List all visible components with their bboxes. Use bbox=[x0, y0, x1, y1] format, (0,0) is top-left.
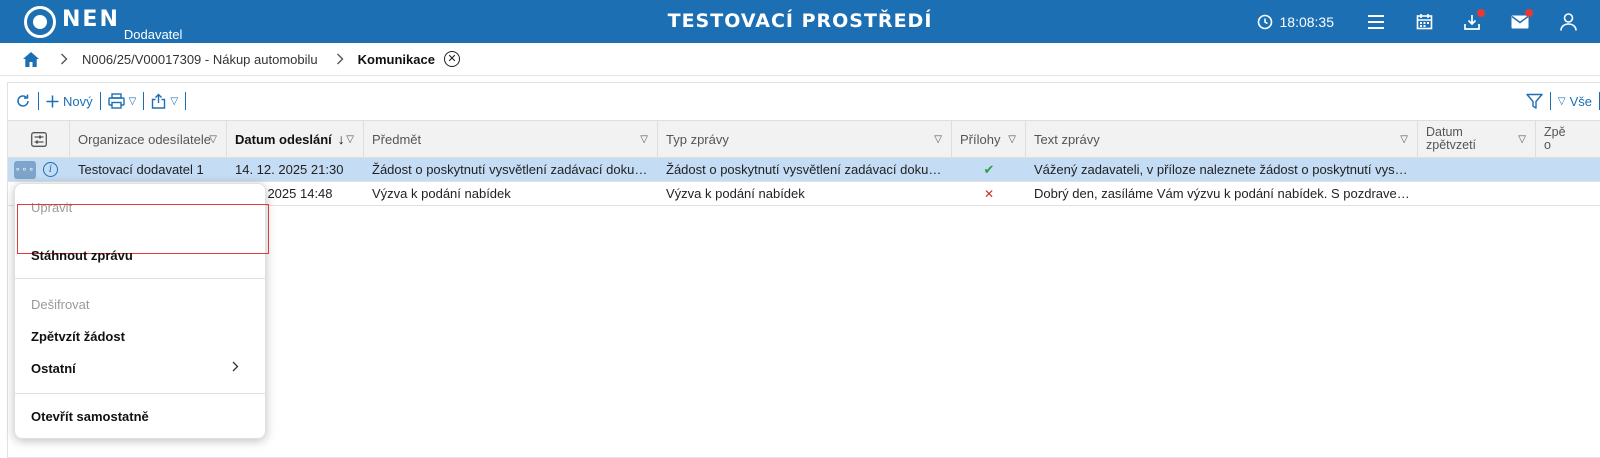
column-header-date[interactable]: Datum odeslání ↓ ▽ bbox=[227, 121, 364, 157]
user-icon bbox=[1559, 12, 1577, 31]
filter-triangle-icon[interactable]: ▽ bbox=[1518, 134, 1526, 145]
home-icon bbox=[23, 51, 39, 67]
sort-down-icon: ↓ bbox=[337, 131, 345, 147]
cell-subject: Výzva k podání nabídek bbox=[372, 186, 511, 201]
top-header: NEN Dodavatel TESTOVACÍ PROSTŘEDÍ 18:08:… bbox=[0, 0, 1600, 43]
cell-attachment: ✔ bbox=[952, 158, 1026, 181]
toolbar-divider bbox=[185, 92, 187, 110]
header-actions: 18:08:35 bbox=[1257, 0, 1600, 43]
column-header-org[interactable]: Organizace odesílatele ▽ bbox=[70, 121, 227, 157]
menu-item-open-separately[interactable]: Otevřít samostatně bbox=[31, 409, 149, 424]
notification-badge bbox=[1525, 9, 1533, 17]
column-header-text[interactable]: Text zprávy ▽ bbox=[1026, 121, 1418, 157]
menu-item-withdraw-request[interactable]: Zpětvzít žádost bbox=[31, 329, 125, 344]
filter-triangle-icon[interactable]: ▽ bbox=[209, 134, 217, 145]
cell-type: Výzva k podání nabídek bbox=[666, 186, 805, 201]
table-row[interactable]: ∘∘∘ i Testovací dodavatel 1 14. 12. 2025… bbox=[8, 158, 1600, 182]
menu-item-decrypt: Dešifrovat bbox=[31, 297, 90, 312]
cell-withdrawn bbox=[1536, 182, 1600, 205]
filter-triangle-icon[interactable]: ▽ bbox=[640, 134, 648, 145]
cell-org: Testovací dodavatel 1 bbox=[78, 162, 204, 177]
plus-icon bbox=[46, 95, 59, 107]
more-actions-icon[interactable]: ∘∘∘ bbox=[14, 160, 36, 179]
logo-icon bbox=[24, 6, 56, 38]
home-button[interactable] bbox=[22, 51, 42, 68]
calendar-button[interactable] bbox=[1400, 0, 1448, 43]
chevron-right-icon bbox=[232, 360, 239, 375]
print-icon bbox=[107, 93, 125, 109]
column-header-withdrawn[interactable]: Zpě o bbox=[1536, 121, 1600, 157]
chevron-right-icon bbox=[336, 53, 344, 65]
cell-date: 14. 12. 2025 21:30 bbox=[235, 162, 344, 177]
dropdown-triangle-icon: ▽ bbox=[128, 95, 137, 107]
toolbar-right: ▽ Vše bbox=[1519, 83, 1600, 119]
chevron-right-icon bbox=[60, 53, 68, 65]
menu-item-download-highlight bbox=[17, 204, 269, 254]
cell-attachment: ✕ bbox=[952, 182, 1026, 205]
filter-triangle-icon[interactable]: ▽ bbox=[1400, 134, 1408, 145]
refresh-button[interactable] bbox=[8, 83, 38, 119]
calendar-icon bbox=[1416, 14, 1432, 30]
cell-type: Žádost o poskytnutí vysvětlení zadávací … bbox=[666, 162, 944, 177]
filter-triangle-icon[interactable]: ▽ bbox=[1008, 134, 1016, 145]
cell-subject: Žádost o poskytnutí vysvětlení zadávací … bbox=[372, 162, 650, 177]
breadcrumb-item-tender[interactable]: N006/25/V00017309 - Nákup automobilu bbox=[82, 52, 318, 67]
cell-text: Dobrý den, zasíláme Vám výzvu k podání n… bbox=[1034, 186, 1410, 201]
refresh-icon bbox=[17, 94, 29, 107]
toolbar: Nový ▽ ▽ ▽ Vše bbox=[8, 83, 1600, 119]
column-header-withdrawn-date[interactable]: Datum zpětvzetí ▽ bbox=[1418, 121, 1536, 157]
clock-icon bbox=[1257, 14, 1272, 29]
notification-badge bbox=[1477, 9, 1485, 17]
new-button[interactable]: Nový bbox=[39, 83, 100, 119]
column-header-type[interactable]: Typ zprávy ▽ bbox=[658, 121, 952, 157]
export-button[interactable]: ▽ bbox=[144, 83, 185, 119]
filter-all-dropdown[interactable]: ▽ Vše bbox=[1551, 83, 1599, 119]
dropdown-triangle-icon: ▽ bbox=[1557, 95, 1566, 107]
column-header-subject[interactable]: Předmět ▽ bbox=[364, 121, 658, 157]
downloads-button[interactable] bbox=[1448, 0, 1496, 43]
column-settings-button[interactable] bbox=[8, 121, 70, 157]
menu-divider bbox=[15, 393, 265, 394]
filter-button[interactable] bbox=[1519, 83, 1550, 119]
clock-time: 18:08:35 bbox=[1279, 13, 1335, 30]
funnel-icon bbox=[1526, 93, 1543, 109]
nen-logo[interactable]: NEN Dodavatel bbox=[24, 4, 183, 42]
logo-text: NEN bbox=[62, 7, 120, 32]
cell-withdrawn-date bbox=[1418, 158, 1536, 181]
messages-button[interactable] bbox=[1496, 0, 1544, 43]
row-context-menu: Upravit Stáhnout zprávu Dešifrovat Zpětv… bbox=[14, 183, 269, 439]
cell-withdrawn bbox=[1536, 158, 1600, 181]
filter-triangle-icon[interactable]: ▽ bbox=[346, 134, 354, 145]
menu-button[interactable] bbox=[1352, 0, 1400, 43]
share-icon bbox=[152, 93, 166, 109]
menu-item-download-message[interactable]: Stáhnout zprávu bbox=[31, 248, 133, 263]
user-button[interactable] bbox=[1544, 0, 1592, 43]
session-clock: 18:08:35 bbox=[1257, 13, 1335, 30]
info-icon[interactable]: i bbox=[43, 162, 58, 177]
print-button[interactable]: ▽ bbox=[101, 83, 144, 119]
check-icon: ✔ bbox=[983, 161, 995, 177]
column-settings-icon bbox=[30, 131, 47, 147]
filter-all-label: Vše bbox=[1569, 93, 1592, 109]
hamburger-icon bbox=[1368, 14, 1384, 29]
cross-icon: ✕ bbox=[983, 186, 995, 201]
new-button-label: Nový bbox=[63, 93, 93, 109]
logo-subtitle: Dodavatel bbox=[123, 27, 183, 42]
cell-text: Vážený zadavateli, v příloze naleznete ž… bbox=[1034, 162, 1410, 177]
menu-divider bbox=[15, 278, 265, 279]
cell-withdrawn-date bbox=[1418, 182, 1536, 205]
table-header: Organizace odesílatele ▽ Datum odeslání … bbox=[8, 120, 1600, 158]
breadcrumb: N006/25/V00017309 - Nákup automobilu Kom… bbox=[0, 43, 1600, 76]
breadcrumb-item-current: Komunikace bbox=[357, 51, 435, 67]
column-header-attachments[interactable]: Přílohy ▽ bbox=[952, 121, 1026, 157]
menu-item-other[interactable]: Ostatní bbox=[31, 361, 76, 376]
filter-triangle-icon[interactable]: ▽ bbox=[934, 134, 942, 145]
dropdown-triangle-icon: ▽ bbox=[170, 95, 179, 107]
row-actions: ∘∘∘ i bbox=[8, 158, 70, 181]
close-icon[interactable]: ✕ bbox=[443, 51, 460, 67]
